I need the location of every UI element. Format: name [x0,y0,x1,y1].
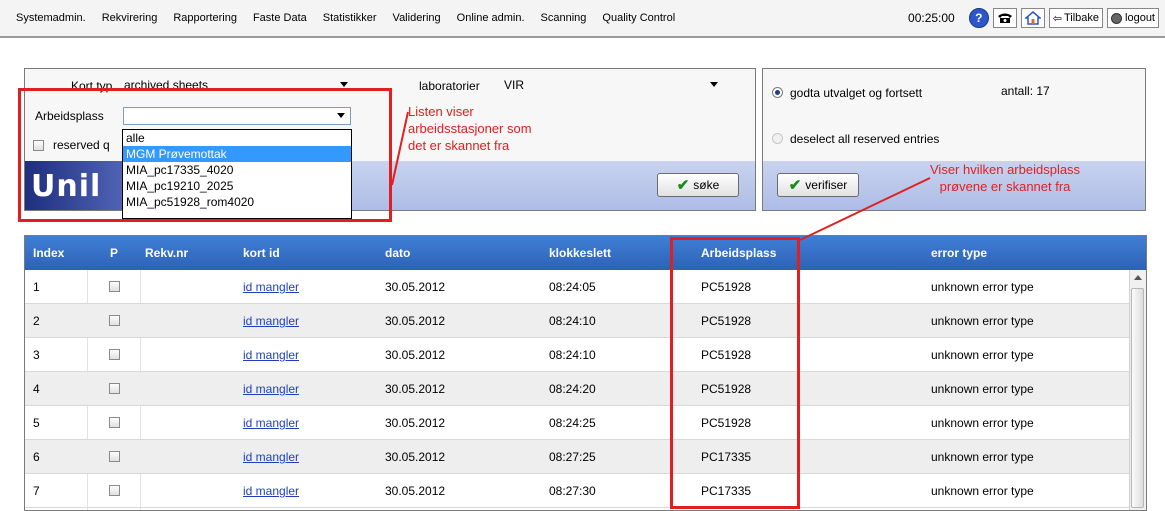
annotation-note-list: Listen viser arbeidsstasjoner som det er… [408,103,532,154]
annotation-line: Listen viser [408,104,474,119]
annotation-line: arbeidsstasjoner som [408,121,532,136]
annotation-line: Viser hvilken arbeidsplass [930,162,1081,177]
annotation-line: det er skannet fra [408,138,510,153]
annotation-arrow-list [391,111,409,186]
annotation-arrows [391,111,931,241]
annotation-note-workstation: Viser hvilken arbeidsplass prøvene er sk… [930,161,1080,195]
annotation-line: prøvene er skannet fra [939,179,1071,194]
annotation-arrow-column [799,177,931,241]
